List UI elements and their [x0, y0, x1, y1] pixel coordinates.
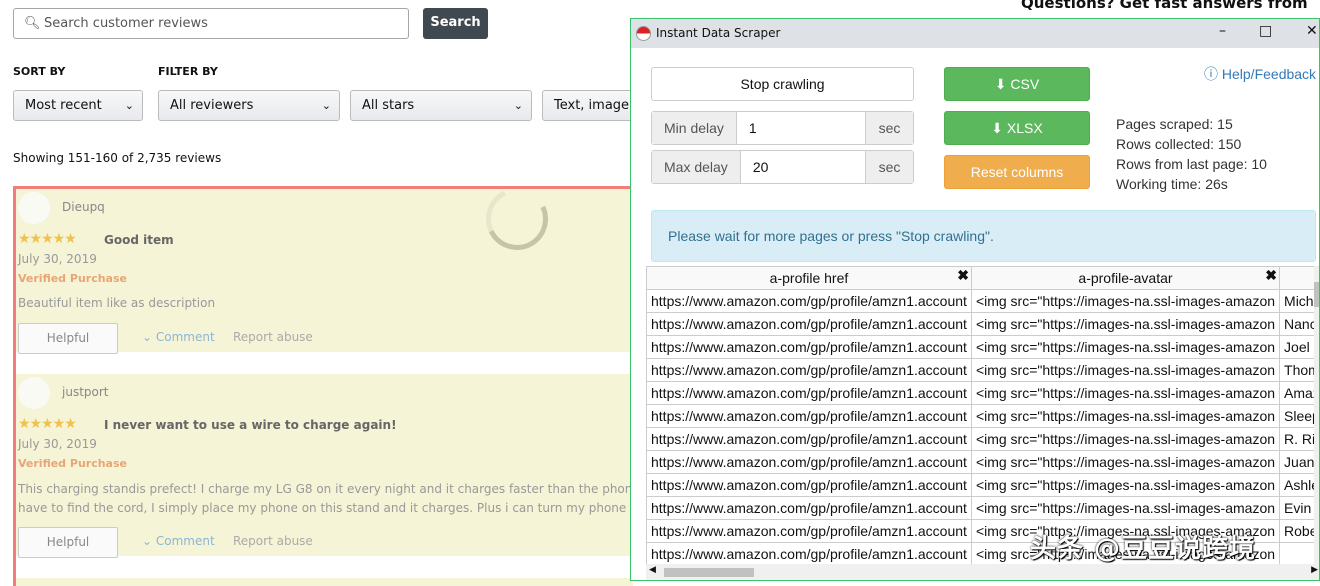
table-cell: <img src="https://images-na.ssl-images-a… [971, 474, 1279, 497]
column-header[interactable]: a-profile href✖ [647, 267, 972, 290]
star-rating: ★★★★★ [18, 416, 76, 432]
info-icon: ⓘ [1204, 66, 1218, 82]
table-cell: https://www.amazon.com/gp/profile/amzn1.… [647, 336, 972, 359]
results-count: Showing 151-160 of 2,735 reviews [13, 151, 221, 165]
csv-button[interactable]: ⬇ CSV [944, 67, 1090, 101]
table-cell: https://www.amazon.com/gp/profile/amzn1.… [647, 543, 972, 566]
table-cell: https://www.amazon.com/gp/profile/amzn1.… [647, 405, 972, 428]
data-table: a-profile href✖ a-profile-avatar✖ https:… [646, 266, 1320, 566]
table-cell: https://www.amazon.com/gp/profile/amzn1.… [647, 497, 972, 520]
report-abuse-link[interactable]: Report abuse [233, 330, 313, 344]
vertical-scrollbar[interactable] [1314, 266, 1320, 566]
table-cell: https://www.amazon.com/gp/profile/amzn1.… [647, 313, 972, 336]
table-row: https://www.amazon.com/gp/profile/amzn1.… [647, 290, 1320, 313]
avatar [18, 192, 50, 224]
horizontal-scrollbar[interactable]: ◀▶ [646, 564, 1320, 581]
table-cell: https://www.amazon.com/gp/profile/amzn1.… [647, 520, 972, 543]
reset-columns-button[interactable]: Reset columns [944, 155, 1090, 189]
watermark: 头条 @豆豆说跨境 [1030, 528, 1256, 565]
remove-column-icon[interactable]: ✖ [957, 267, 969, 284]
close-icon[interactable]: ✕ [1306, 23, 1318, 39]
app-logo-icon [636, 26, 651, 41]
search-icon: 🔍︎ [24, 9, 41, 38]
column-header[interactable]: a-profile-avatar✖ [971, 267, 1279, 290]
review-title[interactable]: Good item [104, 233, 174, 247]
search-input[interactable]: 🔍︎Search customer reviews [13, 8, 409, 39]
scrape-stats: Pages scraped: 15 Rows collected: 150 Ro… [1116, 114, 1267, 194]
table-row: https://www.amazon.com/gp/profile/amzn1.… [647, 428, 1320, 451]
table-cell: <img src="https://images-na.ssl-images-a… [971, 405, 1279, 428]
table-row: https://www.amazon.com/gp/profile/amzn1.… [647, 336, 1320, 359]
table-row: https://www.amazon.com/gp/profile/amzn1.… [647, 474, 1320, 497]
min-delay-field[interactable]: Min delay1sec [651, 111, 914, 145]
table-cell: <img src="https://images-na.ssl-images-a… [971, 497, 1279, 520]
table-cell: https://www.amazon.com/gp/profile/amzn1.… [647, 428, 972, 451]
star-rating: ★★★★★ [18, 231, 76, 247]
table-row: https://www.amazon.com/gp/profile/amzn1.… [647, 382, 1320, 405]
download-icon: ⬇ [991, 120, 1003, 136]
review-item: justport ★★★★★ I never want to use a wir… [16, 374, 633, 556]
avatar [18, 377, 50, 409]
table-row: https://www.amazon.com/gp/profile/amzn1.… [647, 313, 1320, 336]
table-row: https://www.amazon.com/gp/profile/amzn1.… [647, 451, 1320, 474]
table-cell: https://www.amazon.com/gp/profile/amzn1.… [647, 290, 972, 313]
title-bar[interactable]: Instant Data Scraper – □ ✕ [631, 19, 1319, 48]
table-cell: https://www.amazon.com/gp/profile/amzn1.… [647, 451, 972, 474]
table-cell: https://www.amazon.com/gp/profile/amzn1.… [647, 359, 972, 382]
review-title[interactable]: I never want to use a wire to charge aga… [104, 418, 397, 432]
review-date: July 30, 2019 [18, 437, 97, 451]
search-button[interactable]: Search [423, 8, 488, 39]
help-feedback-link[interactable]: ⓘ Help/Feedback [1204, 64, 1316, 84]
maximize-icon[interactable]: □ [1259, 23, 1272, 39]
table-cell: <img src="https://images-na.ssl-images-a… [971, 313, 1279, 336]
verified-badge: Verified Purchase [18, 272, 127, 285]
chevron-down-icon: ⌄ [322, 91, 331, 120]
helpful-button[interactable]: Helpful [18, 527, 118, 558]
window-title: Instant Data Scraper [656, 26, 780, 40]
download-icon: ⬇ [995, 76, 1007, 92]
helpful-button[interactable]: Helpful [18, 323, 118, 354]
sort-label: SORT BY [13, 65, 65, 78]
table-cell: <img src="https://images-na.ssl-images-a… [971, 359, 1279, 382]
table-row: https://www.amazon.com/gp/profile/amzn1.… [647, 497, 1320, 520]
review-body: Beautiful item like as description [18, 294, 215, 313]
verified-badge: Verified Purchase [18, 457, 127, 470]
table-row: https://www.amazon.com/gp/profile/amzn1.… [647, 359, 1320, 382]
chevron-down-icon: ⌄ [125, 91, 134, 120]
table-row: https://www.amazon.com/gp/profile/amzn1.… [647, 405, 1320, 428]
table-cell: <img src="https://images-na.ssl-images-a… [971, 290, 1279, 313]
reviewer-name[interactable]: justport [62, 385, 109, 399]
reviewer-name[interactable]: Dieupq [62, 200, 105, 214]
review-body-line: This charging standis prefect! I charge … [18, 480, 633, 499]
review-item [16, 578, 633, 586]
max-delay-field[interactable]: Max delay20sec [651, 150, 914, 184]
stop-crawling-button[interactable]: Stop crawling [651, 67, 914, 101]
xlsx-button[interactable]: ⬇ XLSX [944, 111, 1090, 145]
table-cell: https://www.amazon.com/gp/profile/amzn1.… [647, 382, 972, 405]
status-alert: Please wait for more pages or press "Sto… [651, 210, 1316, 262]
chevron-down-icon: ⌄ [514, 91, 523, 120]
review-list: Dieupq ★★★★★ Good item July 30, 2019 Ver… [13, 186, 633, 586]
minimize-icon[interactable]: – [1219, 23, 1226, 39]
table-cell: https://www.amazon.com/gp/profile/amzn1.… [647, 474, 972, 497]
report-abuse-link[interactable]: Report abuse [233, 534, 313, 548]
comment-link[interactable]: ⌄ Comment [142, 330, 215, 344]
comment-link[interactable]: ⌄ Comment [142, 534, 215, 548]
scraper-window: Instant Data Scraper – □ ✕ Stop crawling… [630, 18, 1320, 581]
filter-label: FILTER BY [158, 65, 218, 78]
star-filter-select[interactable]: All stars⌄ [350, 90, 532, 121]
review-date: July 30, 2019 [18, 252, 97, 266]
table-cell: <img src="https://images-na.ssl-images-a… [971, 451, 1279, 474]
sort-select[interactable]: Most recent⌄ [13, 90, 143, 121]
table-cell: <img src="https://images-na.ssl-images-a… [971, 382, 1279, 405]
reviewer-filter-select[interactable]: All reviewers⌄ [158, 90, 340, 121]
table-cell: <img src="https://images-na.ssl-images-a… [971, 336, 1279, 359]
review-body-line: have to find the cord, I simply place my… [18, 499, 633, 518]
table-cell: <img src="https://images-na.ssl-images-a… [971, 428, 1279, 451]
remove-column-icon[interactable]: ✖ [1265, 267, 1277, 284]
